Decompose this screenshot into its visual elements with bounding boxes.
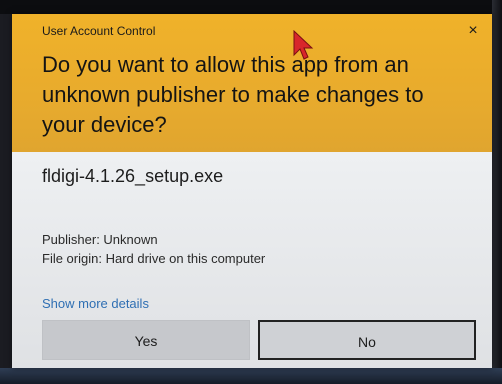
- monitor-bezel-right: [492, 0, 502, 384]
- no-button[interactable]: No: [258, 320, 476, 360]
- dialog-header: User Account Control × Do you want to al…: [12, 14, 492, 152]
- permission-question: Do you want to allow this app from an un…: [42, 52, 424, 137]
- uac-dialog: User Account Control × Do you want to al…: [12, 14, 492, 368]
- file-origin-text: File origin: Hard drive on this computer: [42, 251, 266, 266]
- yes-button[interactable]: Yes: [42, 320, 250, 360]
- show-more-details-link[interactable]: Show more details: [42, 296, 149, 311]
- taskbar-strip: [0, 368, 502, 384]
- close-icon[interactable]: ×: [462, 20, 484, 42]
- app-file-name: fldigi-4.1.26_setup.exe: [42, 166, 224, 186]
- dialog-body: fldigi-4.1.26_setup.exe Publisher: Unkno…: [12, 152, 492, 368]
- publisher-text: Publisher: Unknown: [42, 232, 158, 247]
- mouse-pointer-icon: [293, 30, 314, 60]
- dialog-title: User Account Control: [42, 24, 156, 38]
- monitor-bezel-top: [0, 0, 502, 14]
